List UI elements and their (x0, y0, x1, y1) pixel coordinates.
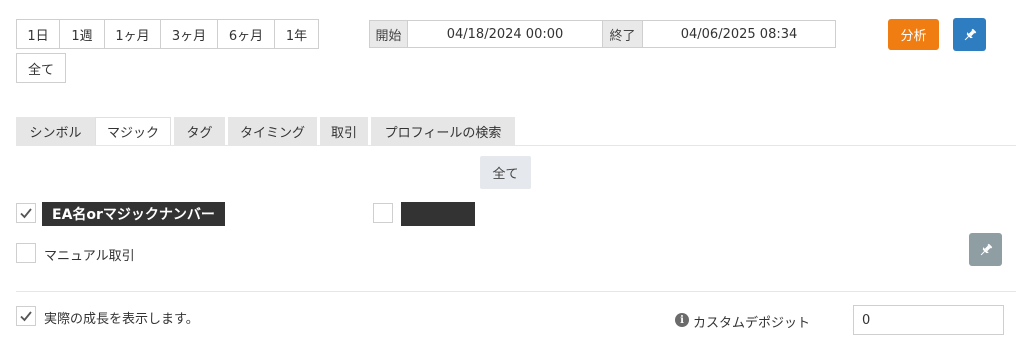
ea-magic-label: EA名orマジックナンバー (42, 202, 225, 226)
period-3m-button[interactable]: 3ヶ月 (160, 19, 218, 49)
tab-symbol[interactable]: シンボル (16, 117, 95, 145)
period-all-button[interactable]: 全て (16, 53, 66, 83)
real-growth-label: 実際の成長を表示します。 (44, 312, 199, 327)
pin-icon (964, 28, 976, 40)
checkmark-icon (20, 208, 32, 219)
tabs-divider (16, 145, 1016, 146)
end-date-label: 終了 (602, 20, 643, 48)
section-divider (16, 291, 1016, 292)
info-icon[interactable]: i (675, 313, 689, 327)
select-all-button[interactable]: 全て (480, 156, 531, 189)
real-growth-checkbox[interactable] (16, 306, 36, 326)
analyze-button[interactable]: 分析 (888, 19, 939, 50)
period-1w-button[interactable]: 1週 (59, 19, 105, 49)
custom-deposit-label: カスタムデポジット (693, 316, 811, 331)
period-6m-button[interactable]: 6ヶ月 (217, 19, 275, 49)
redacted-magic-label (401, 202, 475, 226)
tab-timing[interactable]: タイミング (228, 117, 317, 145)
tab-magic[interactable]: マジック (95, 117, 171, 145)
manual-trade-checkbox[interactable] (16, 243, 36, 263)
tab-tag[interactable]: タグ (174, 117, 225, 145)
tab-profile-search[interactable]: プロフィールの検索 (371, 117, 515, 145)
pin-button[interactable] (953, 18, 986, 51)
start-date-input[interactable]: 04/18/2024 00:00 (407, 20, 603, 48)
ea-checkbox[interactable] (16, 203, 36, 223)
manual-trade-label: マニュアル取引 (44, 249, 135, 264)
end-date-input[interactable]: 04/06/2025 08:34 (642, 20, 836, 48)
pin-icon (980, 243, 992, 255)
pin-button-secondary[interactable] (969, 233, 1002, 266)
custom-deposit-input[interactable]: 0 (853, 305, 1004, 335)
period-1d-button[interactable]: 1日 (16, 19, 60, 49)
checkmark-icon (20, 311, 32, 322)
second-magic-checkbox[interactable] (373, 203, 393, 223)
period-1m-button[interactable]: 1ヶ月 (104, 19, 161, 49)
start-date-label: 開始 (369, 20, 408, 48)
tab-trade[interactable]: 取引 (320, 117, 368, 145)
period-1y-button[interactable]: 1年 (274, 19, 319, 49)
